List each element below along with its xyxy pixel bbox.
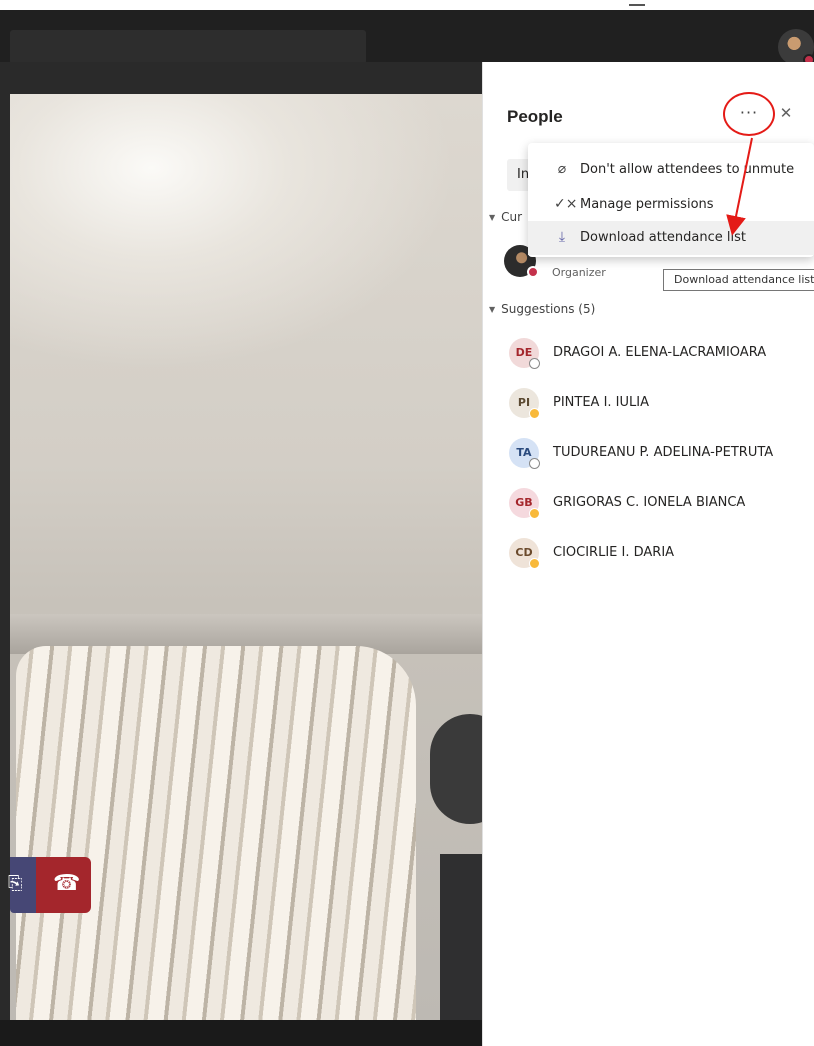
presence-icon <box>529 408 540 419</box>
menu-item-disallow-unmute[interactable]: ⌀ Don't allow attendees to unmute <box>528 153 814 187</box>
hang-up-button[interactable]: ☎ <box>36 857 91 913</box>
person-name: DRAGOI A. ELENA-LACRAMIOARA <box>553 345 767 360</box>
top-bar <box>0 10 814 66</box>
menu-item-label: Download attendance list <box>580 230 746 245</box>
list-item[interactable]: PI PINTEA I. IULIA <box>509 388 809 424</box>
minimize-icon[interactable] <box>629 4 645 6</box>
presence-busy-icon <box>527 266 539 278</box>
suggestions-group-header[interactable]: ▼ Suggestions (5) <box>489 302 595 316</box>
annotation-circle <box>723 92 775 136</box>
list-item[interactable]: DE DRAGOI A. ELENA-LACRAMIOARA <box>509 338 809 374</box>
video-device <box>430 714 482 824</box>
menu-item-manage-permissions[interactable]: ✓× Manage permissions <box>528 188 814 222</box>
presence-icon <box>529 458 540 469</box>
person-name: GRIGORAS C. IONELA BIANCA <box>553 495 746 510</box>
chevron-down-icon: ▼ <box>489 305 496 314</box>
presence-icon <box>529 558 540 569</box>
menu-item-download-attendance[interactable]: ⤓ Download attendance list <box>528 221 814 255</box>
presence-icon <box>529 508 540 519</box>
menu-item-label: Don't allow attendees to unmute <box>580 162 795 177</box>
panel-title: People <box>507 107 563 126</box>
mic-off-icon: ⌀ <box>557 161 567 177</box>
list-item[interactable]: CD CIOCIRLIE I. DARIA <box>509 538 809 574</box>
user-avatar[interactable] <box>778 29 814 66</box>
chevron-down-icon: ▼ <box>489 213 496 222</box>
video-object <box>16 646 416 1020</box>
hang-up-icon: ☎ <box>53 871 81 896</box>
more-options-menu: ⌀ Don't allow attendees to unmute ✓× Man… <box>528 143 814 257</box>
bottom-bar <box>0 1020 482 1046</box>
person-name: CIOCIRLIE I. DARIA <box>553 545 675 560</box>
organizer-role: Organizer <box>552 266 606 279</box>
list-item[interactable]: GB GRIGORAS C. IONELA BIANCA <box>509 488 809 524</box>
group-label: Suggestions (5) <box>501 302 596 316</box>
close-icon[interactable]: ✕ <box>777 104 795 126</box>
list-item[interactable]: TA TUDUREANU P. ADELINA-PETRUTA <box>509 438 809 474</box>
share-button[interactable]: ⎘ <box>8 857 36 913</box>
check-x-icon: ✓× <box>554 196 578 212</box>
menu-item-label: Manage permissions <box>580 197 714 212</box>
person-name: TUDUREANU P. ADELINA-PETRUTA <box>553 445 774 460</box>
search-input[interactable] <box>10 30 366 64</box>
presence-icon <box>529 358 540 369</box>
video-device-base <box>440 854 482 1020</box>
download-icon: ⤓ <box>558 229 566 245</box>
tooltip: Download attendance list <box>663 269 814 291</box>
share-icon: ⎘ <box>8 873 23 894</box>
current-group-header[interactable]: ▼ Cur <box>489 210 522 224</box>
window-titlebar <box>0 0 814 10</box>
person-name: PINTEA I. IULIA <box>553 395 649 410</box>
group-label: Cur <box>501 210 523 224</box>
